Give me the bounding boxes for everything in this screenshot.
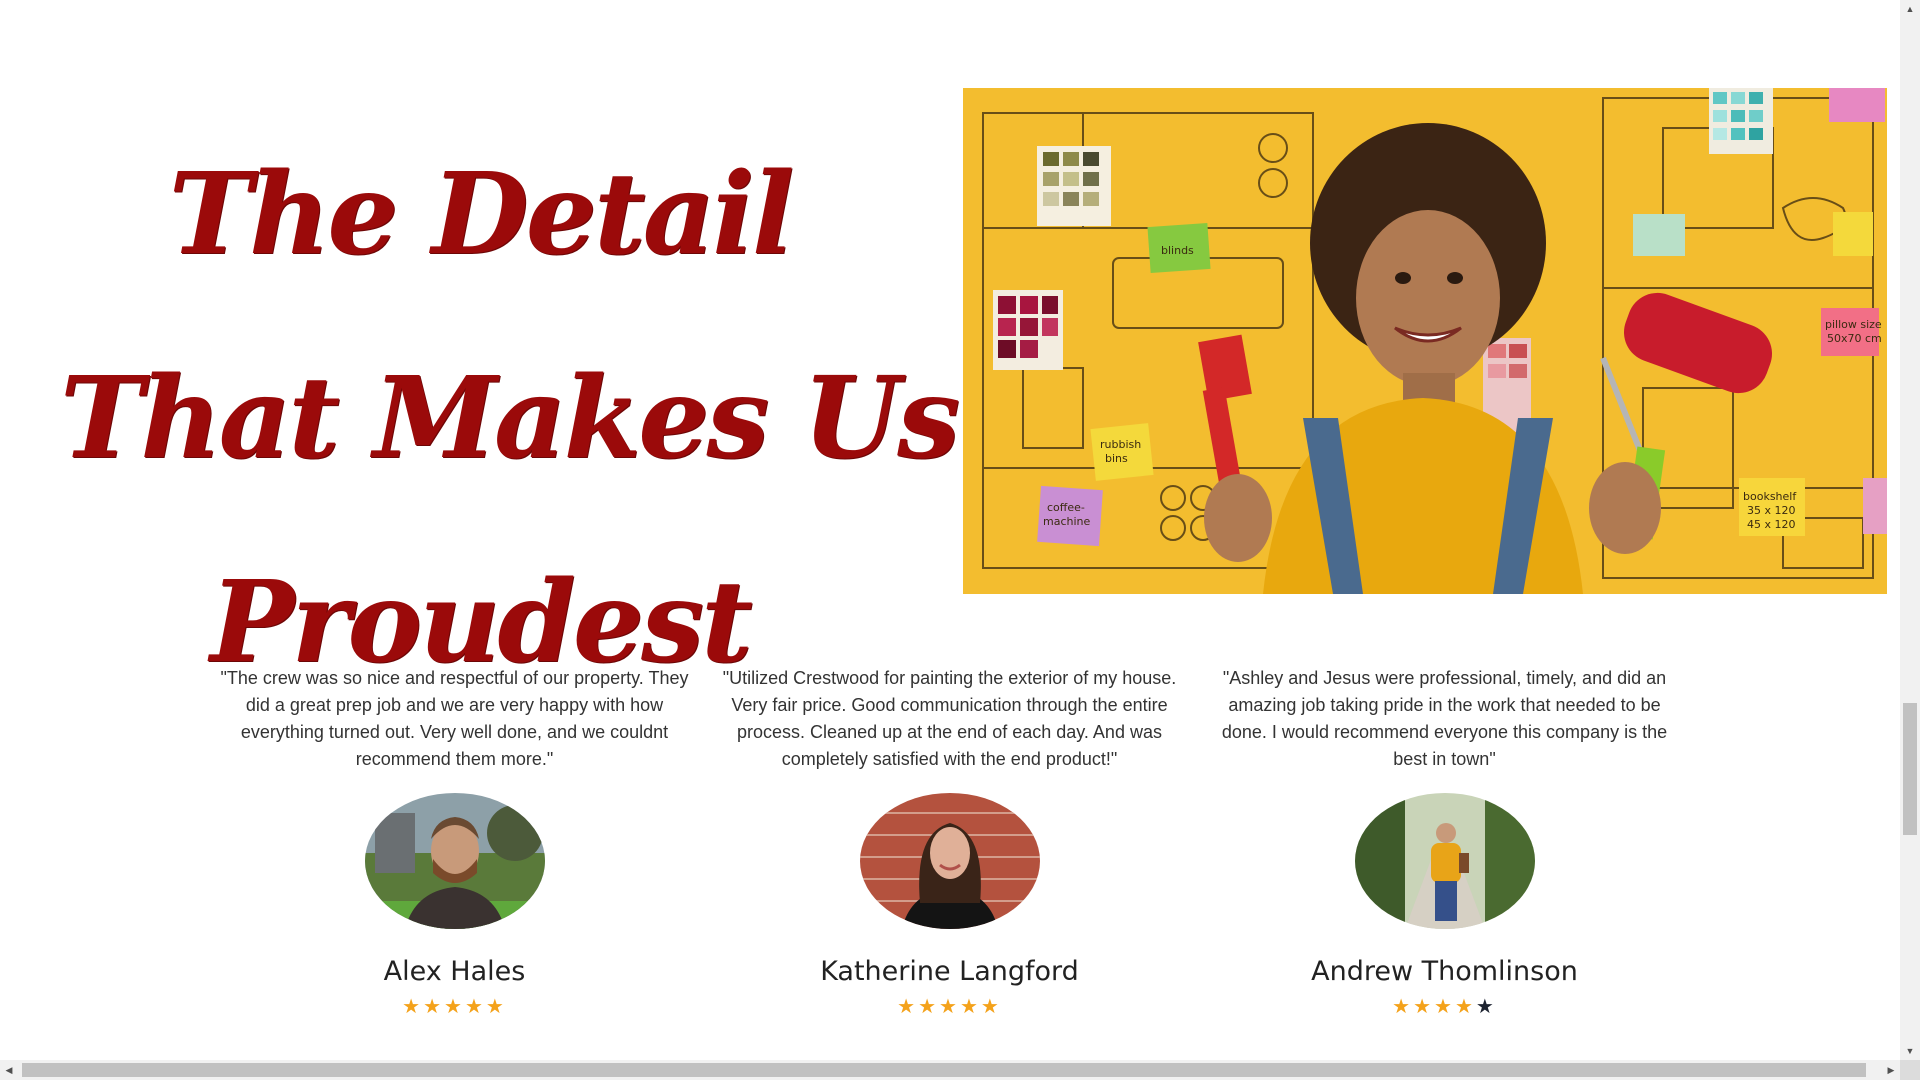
horizontal-scroll-thumb[interactable] <box>22 1063 1866 1077</box>
star-icon: ★ <box>423 996 445 1018</box>
reviewer-name: Katherine Langford <box>820 956 1079 987</box>
star-icon: ★ <box>980 996 1002 1018</box>
vertical-scroll-thumb[interactable] <box>1903 703 1917 835</box>
star-icon: ★ <box>1392 996 1414 1018</box>
avatar <box>859 793 1040 929</box>
testimonial-quote: "The crew was so nice and respectful of … <box>220 668 689 769</box>
star-icon: ★ <box>939 996 960 1018</box>
scroll-down-icon[interactable]: ▼ <box>1900 1042 1920 1060</box>
svg-text:blinds: blinds <box>1161 244 1194 257</box>
headline-line-2: That Makes Us <box>60 353 960 485</box>
star-icon: ★ <box>959 996 981 1018</box>
page: The Detail That Makes Us Proudest blinds… <box>0 0 1920 1080</box>
headline-line-1: The Detail <box>168 149 795 281</box>
svg-text:rubbish: rubbish <box>1100 438 1141 451</box>
reviewer-name: Andrew Thomlinson <box>1311 956 1578 987</box>
testimonial-quote: "Utilized Crestwood for painting the ext… <box>722 668 1177 769</box>
svg-text:35 x 120: 35 x 120 <box>1747 504 1796 517</box>
svg-text:coffee-: coffee- <box>1047 501 1085 514</box>
star-icon: ★ <box>1475 996 1497 1018</box>
star-icon: ★ <box>485 996 507 1018</box>
star-icon: ★ <box>1454 996 1476 1018</box>
hero-painter-photo: blinds rubbish bins coffee- machine pill… <box>963 88 1887 594</box>
testimonial-card-1: "The crew was so nice and respectful of … <box>217 665 692 1019</box>
testimonial-quote: "Ashley and Jesus were professional, tim… <box>1221 668 1668 769</box>
star-icon: ★ <box>897 996 919 1018</box>
horizontal-scrollbar[interactable]: ◀ ▶ <box>0 1060 1900 1080</box>
scroll-right-icon[interactable]: ▶ <box>1882 1060 1900 1080</box>
star-rating: ★★★★★ <box>712 995 1187 1019</box>
svg-text:bookshelf: bookshelf <box>1743 490 1797 503</box>
svg-text:bins: bins <box>1105 452 1128 465</box>
star-icon: ★ <box>444 996 465 1018</box>
star-rating: ★★★★★ <box>1207 995 1682 1019</box>
avatar <box>364 793 545 929</box>
svg-text:45 x 120: 45 x 120 <box>1747 518 1796 531</box>
svg-text:pillow size: pillow size <box>1825 318 1882 331</box>
star-rating: ★★★★★ <box>217 995 692 1019</box>
avatar <box>1354 793 1535 929</box>
star-icon: ★ <box>402 996 424 1018</box>
star-icon: ★ <box>918 996 940 1018</box>
scrollbar-corner <box>1900 1060 1920 1080</box>
star-icon: ★ <box>464 996 486 1018</box>
svg-text:50x70 cm: 50x70 cm <box>1827 332 1882 345</box>
scroll-up-icon[interactable]: ▲ <box>1900 0 1920 18</box>
scroll-left-icon[interactable]: ◀ <box>0 1060 18 1080</box>
star-icon: ★ <box>1413 996 1435 1018</box>
testimonial-card-3: "Ashley and Jesus were professional, tim… <box>1207 665 1682 1019</box>
reviewer-name: Alex Hales <box>383 956 526 987</box>
star-icon: ★ <box>1434 996 1455 1018</box>
svg-text:machine: machine <box>1043 515 1091 528</box>
testimonial-card-2: "Utilized Crestwood for painting the ext… <box>712 665 1187 1019</box>
vertical-scrollbar[interactable]: ▲ ▼ <box>1900 0 1920 1060</box>
